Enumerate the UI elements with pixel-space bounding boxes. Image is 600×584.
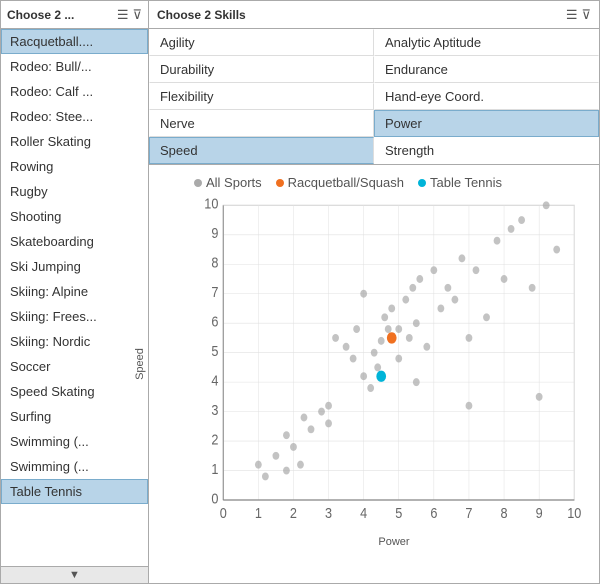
legend-all-sports-dot: [194, 179, 202, 187]
right-panel-header-icons: ☰ ⊽: [566, 8, 591, 21]
left-list-item-5[interactable]: Rowing: [1, 154, 148, 179]
left-list-item-12[interactable]: Skiing: Nordic: [1, 329, 148, 354]
left-list-item-14[interactable]: Speed Skating: [1, 379, 148, 404]
left-list-item-7[interactable]: Shooting: [1, 204, 148, 229]
skill-cell-strength[interactable]: Strength: [374, 137, 599, 164]
left-list-item-16[interactable]: Swimming (...: [1, 429, 148, 454]
legend-tennis-label: Table Tennis: [430, 175, 502, 190]
svg-text:9: 9: [536, 505, 543, 521]
main-container: Choose 2 ... ☰ ⊽ Racquetball....Rodeo: B…: [0, 0, 600, 584]
chart-svg: 00 1 1 2 2 3 3 4 4 5 5 6 6 7 7 8 8 9 9 10 10: [194, 194, 584, 534]
left-list-item-1[interactable]: Rodeo: Bull/...: [1, 54, 148, 79]
skill-cell-power[interactable]: Power: [374, 110, 599, 137]
skill-cell-speed[interactable]: Speed: [149, 137, 374, 164]
right-panel-title: Choose 2 Skills: [157, 8, 246, 22]
right-panel: Choose 2 Skills ☰ ⊽ AgilityAnalytic Apti…: [149, 1, 599, 583]
svg-text:2: 2: [290, 505, 297, 521]
skill-cell-endurance[interactable]: Endurance: [374, 56, 599, 83]
chart-area: All Sports Racquetball/Squash Table Tenn…: [149, 165, 599, 583]
left-panel-title: Choose 2 ...: [7, 8, 74, 22]
left-list-item-4[interactable]: Roller Skating: [1, 129, 148, 154]
svg-text:1: 1: [211, 461, 218, 477]
left-list: Racquetball....Rodeo: Bull/...Rodeo: Cal…: [1, 29, 148, 566]
right-panel-header: Choose 2 Skills ☰ ⊽: [149, 1, 599, 29]
svg-text:6: 6: [211, 314, 218, 330]
left-panel-header: Choose 2 ... ☰ ⊽: [1, 1, 148, 29]
left-list-item-13[interactable]: Soccer: [1, 354, 148, 379]
legend-all-sports-label: All Sports: [206, 175, 262, 190]
svg-text:10: 10: [204, 196, 218, 212]
skill-cell-durability[interactable]: Durability: [149, 56, 374, 83]
legend-racquetball-dot: [276, 179, 284, 187]
left-list-item-3[interactable]: Rodeo: Stee...: [1, 104, 148, 129]
left-list-item-18[interactable]: Table Tennis: [1, 479, 148, 504]
svg-text:3: 3: [325, 505, 332, 521]
chart-legend: All Sports Racquetball/Squash Table Tenn…: [194, 175, 594, 190]
svg-text:1: 1: [255, 505, 262, 521]
right-filter-icon[interactable]: ⊽: [581, 8, 591, 21]
svg-text:6: 6: [430, 505, 437, 521]
svg-text:9: 9: [211, 225, 218, 241]
left-list-item-6[interactable]: Rugby: [1, 179, 148, 204]
left-list-item-17[interactable]: Swimming (...: [1, 454, 148, 479]
left-panel-header-icons: ☰ ⊽: [117, 8, 142, 21]
left-list-item-2[interactable]: Rodeo: Calf ...: [1, 79, 148, 104]
skill-cell-agility[interactable]: Agility: [149, 29, 374, 56]
left-sort-icon[interactable]: ☰: [117, 8, 129, 21]
legend-tennis-dot: [418, 179, 426, 187]
legend-tennis: Table Tennis: [418, 175, 502, 190]
left-list-item-8[interactable]: Skateboarding: [1, 229, 148, 254]
svg-text:7: 7: [465, 505, 472, 521]
svg-text:4: 4: [211, 373, 218, 389]
legend-racquetball: Racquetball/Squash: [276, 175, 404, 190]
svg-text:0: 0: [220, 505, 227, 521]
svg-text:10: 10: [567, 505, 581, 521]
y-axis-label: Speed: [134, 348, 146, 380]
left-list-item-9[interactable]: Ski Jumping: [1, 254, 148, 279]
svg-text:8: 8: [211, 255, 218, 271]
chart-wrapper: 00 1 1 2 2 3 3 4 4 5 5 6 6 7 7 8 8 9 9 10 10: [194, 194, 584, 534]
svg-text:7: 7: [211, 284, 218, 300]
svg-text:3: 3: [211, 402, 218, 418]
svg-text:2: 2: [211, 432, 218, 448]
svg-text:4: 4: [360, 505, 367, 521]
left-filter-icon[interactable]: ⊽: [132, 8, 142, 21]
left-list-item-10[interactable]: Skiing: Alpine: [1, 279, 148, 304]
legend-racquetball-label: Racquetball/Squash: [288, 175, 404, 190]
scroll-down-arrow[interactable]: ▼: [1, 566, 148, 583]
skill-cell-nerve[interactable]: Nerve: [149, 110, 374, 137]
left-list-item-0[interactable]: Racquetball....: [1, 29, 148, 54]
skill-cell-flexibility[interactable]: Flexibility: [149, 83, 374, 110]
svg-text:5: 5: [211, 343, 218, 359]
right-sort-icon[interactable]: ☰: [566, 8, 578, 21]
svg-text:5: 5: [395, 505, 402, 521]
left-list-item-15[interactable]: Surfing: [1, 404, 148, 429]
skills-grid: AgilityAnalytic AptitudeDurabilityEndura…: [149, 29, 599, 165]
left-list-item-11[interactable]: Skiing: Frees...: [1, 304, 148, 329]
svg-text:8: 8: [501, 505, 508, 521]
svg-text:0: 0: [211, 491, 218, 507]
x-axis-label: Power: [194, 536, 594, 548]
left-panel: Choose 2 ... ☰ ⊽ Racquetball....Rodeo: B…: [1, 1, 149, 583]
skill-cell-hand-eye-coord.[interactable]: Hand-eye Coord.: [374, 83, 599, 110]
legend-all-sports: All Sports: [194, 175, 262, 190]
skill-cell-analytic-aptitude[interactable]: Analytic Aptitude: [374, 29, 599, 56]
